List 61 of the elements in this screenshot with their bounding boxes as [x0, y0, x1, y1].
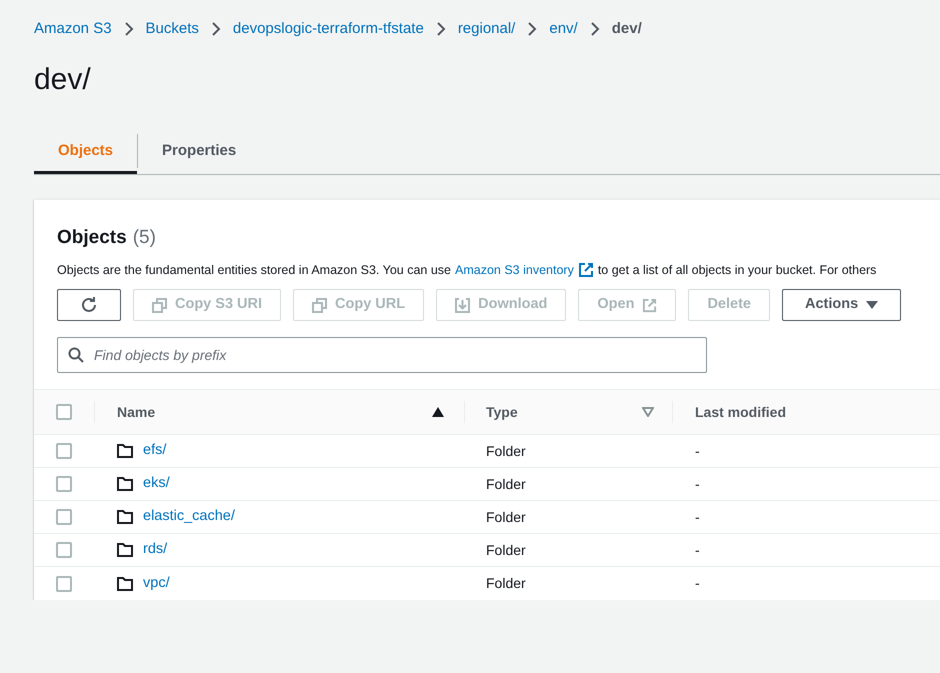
- search-icon: [68, 347, 84, 364]
- refresh-button[interactable]: [57, 289, 121, 322]
- checkbox[interactable]: [56, 476, 72, 492]
- chevron-icon: [210, 22, 221, 36]
- table-cell: Folder: [486, 476, 526, 492]
- table-cell: -: [695, 476, 700, 492]
- checkbox[interactable]: [56, 509, 72, 526]
- description-text: Objects are the fundamental entities stored in Amazon S3. You can use: [57, 262, 452, 279]
- table-cell: Folder: [486, 575, 526, 592]
- breadcrumb-link[interactable]: regional/: [458, 18, 516, 40]
- copy-icon: [312, 298, 328, 313]
- table-cell: Folder: [486, 542, 526, 558]
- external-link-icon: [642, 298, 658, 313]
- chevron-icon: [527, 22, 538, 36]
- copy-icon: [152, 298, 167, 313]
- folder-link[interactable]: vpc/: [143, 572, 170, 595]
- tab[interactable]: Objects: [34, 128, 138, 174]
- table-cell: -: [695, 575, 700, 592]
- tab[interactable]: Properties: [138, 128, 260, 174]
- table-cell: Folder: [486, 508, 526, 525]
- breadcrumb-link[interactable]: devopslogic-terraform-tfstate: [232, 18, 424, 40]
- object-count: (5): [132, 226, 156, 250]
- download-icon: [455, 298, 470, 313]
- checkbox[interactable]: [56, 542, 72, 558]
- chevron-icon: [124, 22, 134, 36]
- chevron-icon: [590, 22, 600, 36]
- refresh-icon: [80, 296, 98, 314]
- folder-icon: [117, 576, 133, 591]
- table-cell: -: [695, 508, 700, 525]
- table-cell: -: [695, 442, 700, 459]
- folder-icon: [117, 510, 133, 524]
- breadcrumb-link[interactable]: Buckets: [146, 18, 199, 40]
- column-header[interactable]: Last modified: [695, 402, 786, 423]
- folder-link[interactable]: eks/: [143, 473, 170, 496]
- chevron-icon: [436, 22, 446, 36]
- breadcrumb-current: dev/: [612, 18, 642, 39]
- folder-link[interactable]: rds/: [143, 539, 168, 562]
- panel-title: Objects: [57, 226, 127, 250]
- folder-link[interactable]: elastic_cache/: [143, 506, 235, 528]
- inventory-link[interactable]: Amazon S3 inventory: [455, 260, 574, 280]
- table-cell: -: [695, 542, 700, 558]
- checkbox[interactable]: [56, 443, 72, 460]
- page-title: dev/: [34, 62, 91, 98]
- description-text: to get a list of all objects in your bucket. For others: [598, 262, 876, 279]
- column-header[interactable]: Type: [486, 402, 518, 423]
- external-link-icon: [578, 262, 594, 278]
- folder-link[interactable]: efs/: [143, 440, 166, 462]
- sort-ascending-icon[interactable]: [432, 407, 444, 418]
- search-field[interactable]: Find objects by prefix: [57, 337, 707, 374]
- folder-icon: [117, 477, 133, 492]
- breadcrumb-link[interactable]: env/: [549, 18, 578, 40]
- table-cell: Folder: [486, 442, 526, 459]
- folder-icon: [117, 543, 133, 558]
- breadcrumb-link[interactable]: Amazon S3: [34, 18, 112, 40]
- sort-icon[interactable]: [642, 407, 654, 418]
- column-header[interactable]: Name: [117, 402, 156, 423]
- toolbar-button[interactable]: Actions: [782, 289, 902, 322]
- caret-icon: [866, 300, 878, 310]
- checkbox[interactable]: [56, 404, 72, 420]
- checkbox[interactable]: [56, 576, 72, 592]
- folder-icon: [117, 444, 133, 458]
